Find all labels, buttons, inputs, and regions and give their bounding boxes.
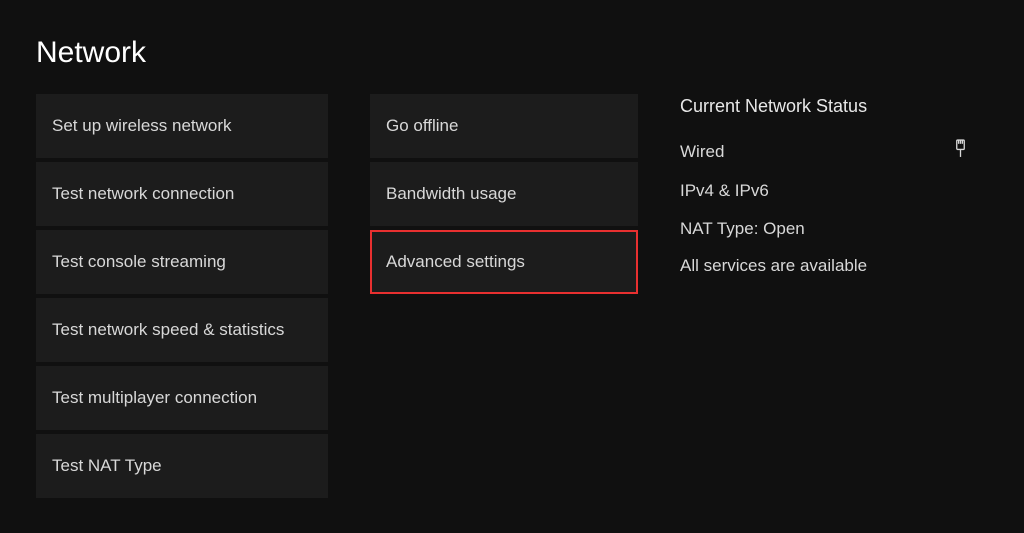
page-title: Network bbox=[36, 36, 988, 70]
menu-item-set-up-wireless-network[interactable]: Set up wireless network bbox=[36, 94, 328, 158]
status-connection-type-label: Wired bbox=[680, 140, 724, 164]
status-lines: IPv4 & IPv6 NAT Type: Open All services ar… bbox=[680, 179, 968, 278]
menu-item-test-network-connection[interactable]: Test network connection bbox=[36, 162, 328, 226]
status-line: IPv4 & IPv6 bbox=[680, 179, 968, 203]
column-left: Set up wireless networkTest network conn… bbox=[36, 94, 328, 498]
ethernet-icon bbox=[953, 139, 968, 165]
status-line: NAT Type: Open bbox=[680, 217, 968, 241]
menu-item-go-offline[interactable]: Go offline bbox=[370, 94, 638, 158]
status-connection-type: Wired bbox=[680, 139, 968, 165]
menu-item-test-console-streaming[interactable]: Test console streaming bbox=[36, 230, 328, 294]
column-mid: Go offlineBandwidth usageAdvanced settin… bbox=[370, 94, 638, 498]
menu-item-test-nat-type[interactable]: Test NAT Type bbox=[36, 434, 328, 498]
menu-item-advanced-settings[interactable]: Advanced settings bbox=[370, 230, 638, 294]
columns: Set up wireless networkTest network conn… bbox=[36, 94, 988, 498]
status-line: All services are available bbox=[680, 254, 968, 278]
menu-item-bandwidth-usage[interactable]: Bandwidth usage bbox=[370, 162, 638, 226]
column-right-status: Current Network Status Wired IPv4 & IPv6… bbox=[680, 94, 988, 498]
menu-item-test-multiplayer-connection[interactable]: Test multiplayer connection bbox=[36, 366, 328, 430]
menu-item-test-network-speed-statistics[interactable]: Test network speed & statistics bbox=[36, 298, 328, 362]
status-heading: Current Network Status bbox=[680, 96, 968, 117]
